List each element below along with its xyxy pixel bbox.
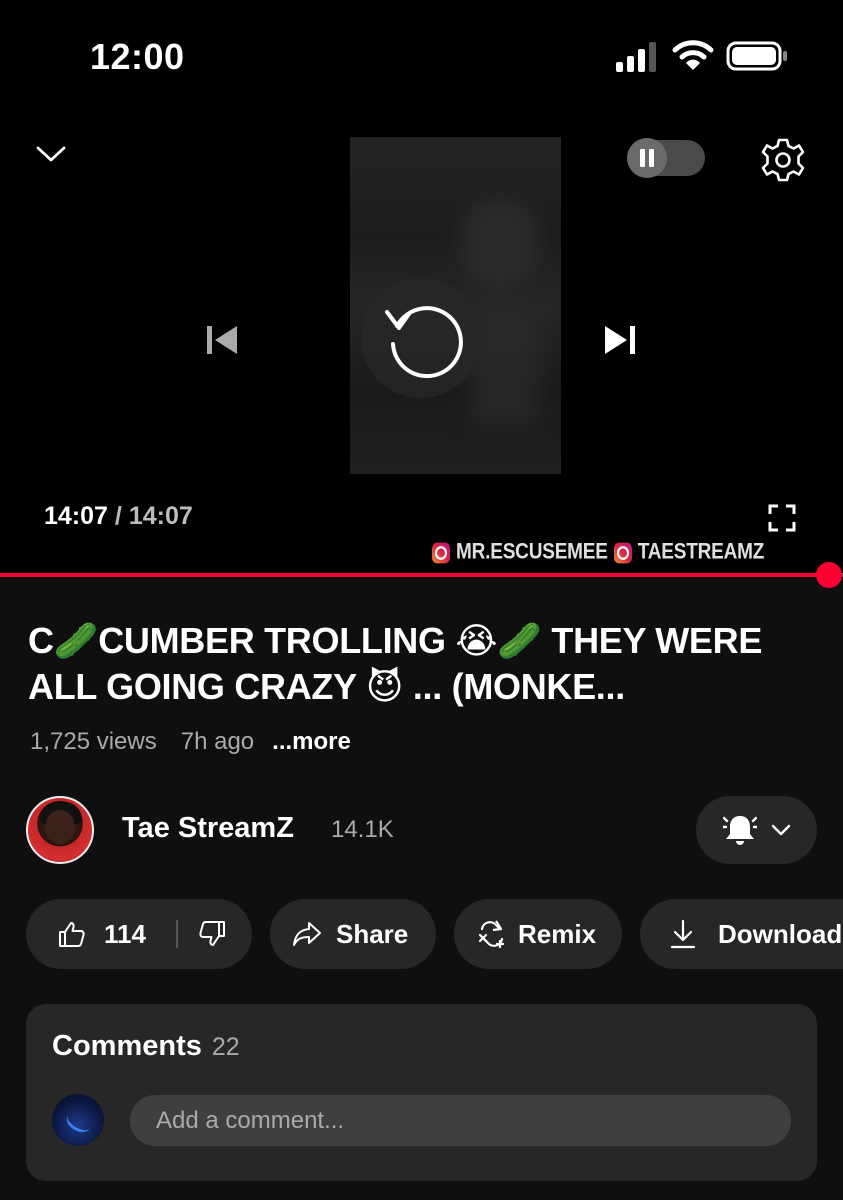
video-player[interactable]: 14:07 / 14:07 MR.ESCUSEMEE TAESTREAMZ [0,110,843,588]
next-video-button[interactable] [594,314,646,366]
skip-next-icon [605,326,635,354]
autoplay-knob [627,138,667,178]
replay-button[interactable] [361,278,481,398]
comments-title: Comments [52,1030,202,1062]
channel-avatar[interactable] [26,796,94,864]
chevron-down-icon [771,824,790,836]
comments-header: Comments 22 [52,1030,240,1063]
watermark-handle: MR.ESCUSEMEE [456,540,608,565]
status-bar: 12:00 [0,0,843,110]
remix-button[interactable]: Remix [454,899,622,969]
upload-age: 7h ago [180,728,255,755]
watermark-handle: TAESTREAMZ [637,540,765,565]
wifi-icon [672,40,714,70]
thumbs-up-icon[interactable] [58,920,86,948]
battery-icon [726,41,787,71]
duration: 14:07 [128,502,193,530]
current-time: 14:07 [44,502,108,530]
notification-settings-button[interactable] [696,796,817,864]
action-bar: 114 Share Remix Download [26,899,843,969]
share-label: Share [336,918,409,949]
like-dislike-group: 114 [26,899,252,969]
download-button[interactable]: Download [640,899,843,969]
scrubber-handle[interactable] [816,562,842,588]
add-comment-input[interactable] [130,1095,791,1146]
instagram-icon [432,542,450,564]
video-title[interactable]: C🥒CUMBER TROLLING 😭🥒 THEY WERE ALL GOING… [28,618,818,710]
remix-label: Remix [518,918,597,949]
download-label: Download [718,918,843,949]
fullscreen-icon [768,504,796,532]
autoplay-toggle[interactable] [627,138,705,178]
channel-name[interactable]: Tae StreamZ [122,812,294,845]
time-separator: / [114,502,122,530]
time-display: 14:07 / 14:07 [44,502,193,531]
youtube-watch-screen: 12:00 14:07 / 14:07 MR.ESCUSEMEE TAESTRE… [0,0,843,1200]
gear-icon [761,138,805,182]
download-icon [670,919,696,949]
share-button[interactable]: Share [270,899,436,969]
comments-count: 22 [211,1033,240,1061]
settings-button[interactable] [755,134,811,186]
more-description-link[interactable]: ...more [272,728,351,756]
status-time: 12:00 [90,36,185,77]
progress-fill [0,573,825,577]
cellular-signal-icon [616,42,656,72]
skip-previous-icon [207,326,237,354]
comments-section[interactable]: Comments 22 [26,1004,817,1181]
remix-icon [478,920,505,949]
like-divider [175,920,178,948]
thumbs-down-icon[interactable] [198,920,226,948]
user-avatar [52,1094,104,1146]
video-meta[interactable]: 1,725 views 7h ago ...more [30,728,351,756]
collapse-player-button[interactable] [26,134,76,174]
view-count: 1,725 views [30,728,157,755]
previous-video-button[interactable] [196,314,248,366]
instagram-icon [613,542,632,564]
replay-icon [385,306,463,379]
chevron-down-icon [36,146,66,162]
video-watermark: MR.ESCUSEMEE TAESTREAMZ [432,540,764,565]
progress-bar[interactable] [0,562,843,588]
share-arrow-icon [293,922,321,946]
bell-icon [722,816,757,845]
subscriber-count: 14.1K [331,816,394,843]
fullscreen-button[interactable] [760,496,804,540]
channel-row: Tae StreamZ 14.1K [0,796,843,866]
like-count[interactable]: 114 [104,919,146,950]
pause-icon [640,149,654,167]
